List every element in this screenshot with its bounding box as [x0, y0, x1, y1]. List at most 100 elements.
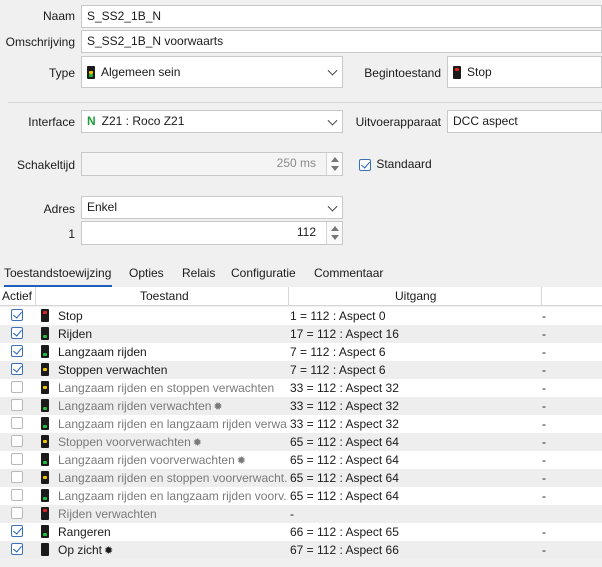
- extra-value: -: [542, 363, 546, 377]
- checkbox-checked[interactable]: [11, 327, 23, 339]
- output-value: 17 = 112 : Aspect 16: [290, 327, 399, 341]
- column-divider[interactable]: [35, 287, 36, 306]
- extra-value: -: [542, 327, 546, 341]
- state-name: Rijden: [58, 327, 93, 341]
- header-actief[interactable]: Actief: [2, 287, 32, 306]
- state-name: Stop: [58, 309, 83, 323]
- signal-red-icon: [453, 66, 461, 80]
- tab-configuratie[interactable]: Configuratie: [231, 263, 296, 287]
- naam-field[interactable]: S_SS2_1B_N: [81, 5, 602, 28]
- omschrijving-field[interactable]: S_SS2_1B_N voorwaarts: [81, 30, 602, 53]
- adres-stepper[interactable]: 112: [81, 221, 343, 245]
- checkbox-unchecked[interactable]: [11, 489, 23, 501]
- checkbox-checked[interactable]: [11, 543, 23, 555]
- adres-spin-buttons[interactable]: [326, 222, 342, 244]
- signal-icon: [41, 543, 49, 556]
- schakeltijd-spin-buttons[interactable]: [326, 153, 342, 175]
- table-row[interactable]: Langzaam rijden en stoppen voorverwacht.…: [0, 469, 602, 487]
- state-name: Stoppen verwachten: [58, 363, 168, 377]
- table-row[interactable]: Langzaam rijden en langzaam rijden voorv…: [0, 487, 602, 505]
- extra-value: -: [542, 525, 546, 539]
- adres-dropdown[interactable]: Enkel: [81, 196, 343, 219]
- output-value: -: [290, 507, 294, 521]
- checkbox-unchecked[interactable]: [11, 417, 23, 429]
- table-header: Actief Toestand Uitgang: [0, 287, 602, 306]
- signal-icon: [41, 417, 49, 430]
- tab-bar: Toestandstoewijzing Opties Relais Config…: [0, 263, 602, 287]
- flash-star-icon: ✹: [213, 401, 223, 413]
- state-name: Rangeren: [58, 525, 111, 539]
- checkbox-unchecked[interactable]: [11, 453, 23, 465]
- checkbox-unchecked[interactable]: [11, 507, 23, 519]
- table-row[interactable]: Langzaam rijden verwachten ✹ 33 = 112 : As…: [0, 397, 602, 415]
- chevron-down-icon: [327, 115, 338, 126]
- output-value: 1 = 112 : Aspect 0: [290, 309, 386, 323]
- output-value: 33 = 112 : Aspect 32: [290, 399, 399, 413]
- table-row[interactable]: Stop 1 = 112 : Aspect 0 -: [0, 307, 602, 325]
- output-value: 67 = 112 : Aspect 66: [290, 543, 399, 557]
- schakeltijd-value: 250 ms: [276, 156, 316, 170]
- checkbox-checked[interactable]: [11, 309, 23, 321]
- type-dropdown[interactable]: Algemeen sein: [81, 56, 343, 88]
- signal-icon: [41, 363, 49, 376]
- signal-icon: [41, 345, 49, 358]
- state-name: Stoppen voorverwachten ✹: [58, 435, 202, 449]
- flash-star-icon: ✹: [236, 455, 246, 467]
- standaard-checkbox[interactable]: Standaard: [359, 157, 432, 171]
- checkbox-unchecked[interactable]: [11, 399, 23, 411]
- begintoestand-label: Begintoestand: [364, 66, 441, 80]
- interface-label: Interface: [28, 115, 75, 129]
- adres-index-label: 1: [68, 227, 75, 241]
- table-row[interactable]: Rangeren 66 = 112 : Aspect 65 -: [0, 523, 602, 541]
- checkbox-checked[interactable]: [11, 525, 23, 537]
- output-value: 33 = 112 : Aspect 32: [290, 417, 399, 431]
- table-row[interactable]: Rijden 17 = 112 : Aspect 16 -: [0, 325, 602, 343]
- table-row[interactable]: Langzaam rijden en langzaam rijden verwa…: [0, 415, 602, 433]
- checkbox-unchecked[interactable]: [11, 381, 23, 393]
- output-value: 65 = 112 : Aspect 64: [290, 471, 399, 485]
- omschrijving-label: Omschrijving: [5, 35, 75, 49]
- column-divider[interactable]: [541, 287, 542, 306]
- begintoestand-value: Stop: [467, 65, 492, 79]
- signal-icon: [41, 381, 49, 394]
- state-name: Langzaam rijden en stoppen voorverwacht.…: [58, 471, 288, 485]
- table-row[interactable]: Stoppen voorverwachten ✹ 65 = 112 : Aspect…: [0, 433, 602, 451]
- flash-star-icon: ✹: [192, 437, 202, 449]
- checkbox-checked[interactable]: [11, 363, 23, 375]
- table-row[interactable]: Langzaam rijden 7 = 112 : Aspect 6 -: [0, 343, 602, 361]
- state-name: Langzaam rijden en stoppen verwachten: [58, 381, 275, 395]
- adres-label: Adres: [43, 202, 75, 216]
- output-value: 65 = 112 : Aspect 64: [290, 489, 399, 503]
- table-row[interactable]: Op zicht ✹ 67 = 112 : Aspect 66 -: [0, 541, 602, 559]
- type-value: Algemeen sein: [101, 65, 181, 79]
- table-row[interactable]: Langzaam rijden en stoppen verwachten 33 …: [0, 379, 602, 397]
- begintoestand-dropdown[interactable]: Stop: [447, 56, 602, 88]
- extra-value: -: [542, 543, 546, 557]
- table-row[interactable]: Rijden verwachten -: [0, 505, 602, 523]
- extra-value: -: [542, 471, 546, 485]
- signal-yellow-icon: [87, 66, 95, 80]
- tab-commentaar[interactable]: Commentaar: [314, 263, 383, 287]
- checkbox-checked[interactable]: [11, 345, 23, 357]
- interface-dropdown[interactable]: N Z21 : Roco Z21: [81, 110, 343, 133]
- header-toestand[interactable]: Toestand: [140, 287, 189, 306]
- table-row[interactable]: Stoppen verwachten 7 = 112 : Aspect 6 -: [0, 361, 602, 379]
- column-divider[interactable]: [288, 287, 289, 306]
- tab-toestandstoewijzing[interactable]: Toestandstoewijzing: [4, 263, 112, 287]
- output-value: 33 = 112 : Aspect 32: [290, 381, 399, 395]
- uitvoerapparaat-field[interactable]: DCC aspect: [447, 110, 602, 133]
- standaard-label: Standaard: [376, 157, 432, 171]
- extra-value: -: [542, 435, 546, 449]
- schakeltijd-stepper[interactable]: 250 ms: [81, 152, 343, 176]
- header-uitgang[interactable]: Uitgang: [395, 287, 436, 306]
- checkbox-unchecked[interactable]: [11, 435, 23, 447]
- tab-opties[interactable]: Opties: [129, 263, 164, 287]
- extra-value: -: [542, 399, 546, 413]
- table-row[interactable]: Langzaam rijden voorverwachten ✹ 65 = 112 …: [0, 451, 602, 469]
- checkbox-unchecked[interactable]: [11, 471, 23, 483]
- signal-icon: [41, 327, 49, 340]
- tab-relais[interactable]: Relais: [182, 263, 215, 287]
- adres-index-value: 112: [296, 225, 316, 239]
- state-name: Langzaam rijden en langzaam rijden verwa…: [58, 417, 288, 431]
- state-name: Langzaam rijden voorverwachten ✹: [58, 453, 246, 467]
